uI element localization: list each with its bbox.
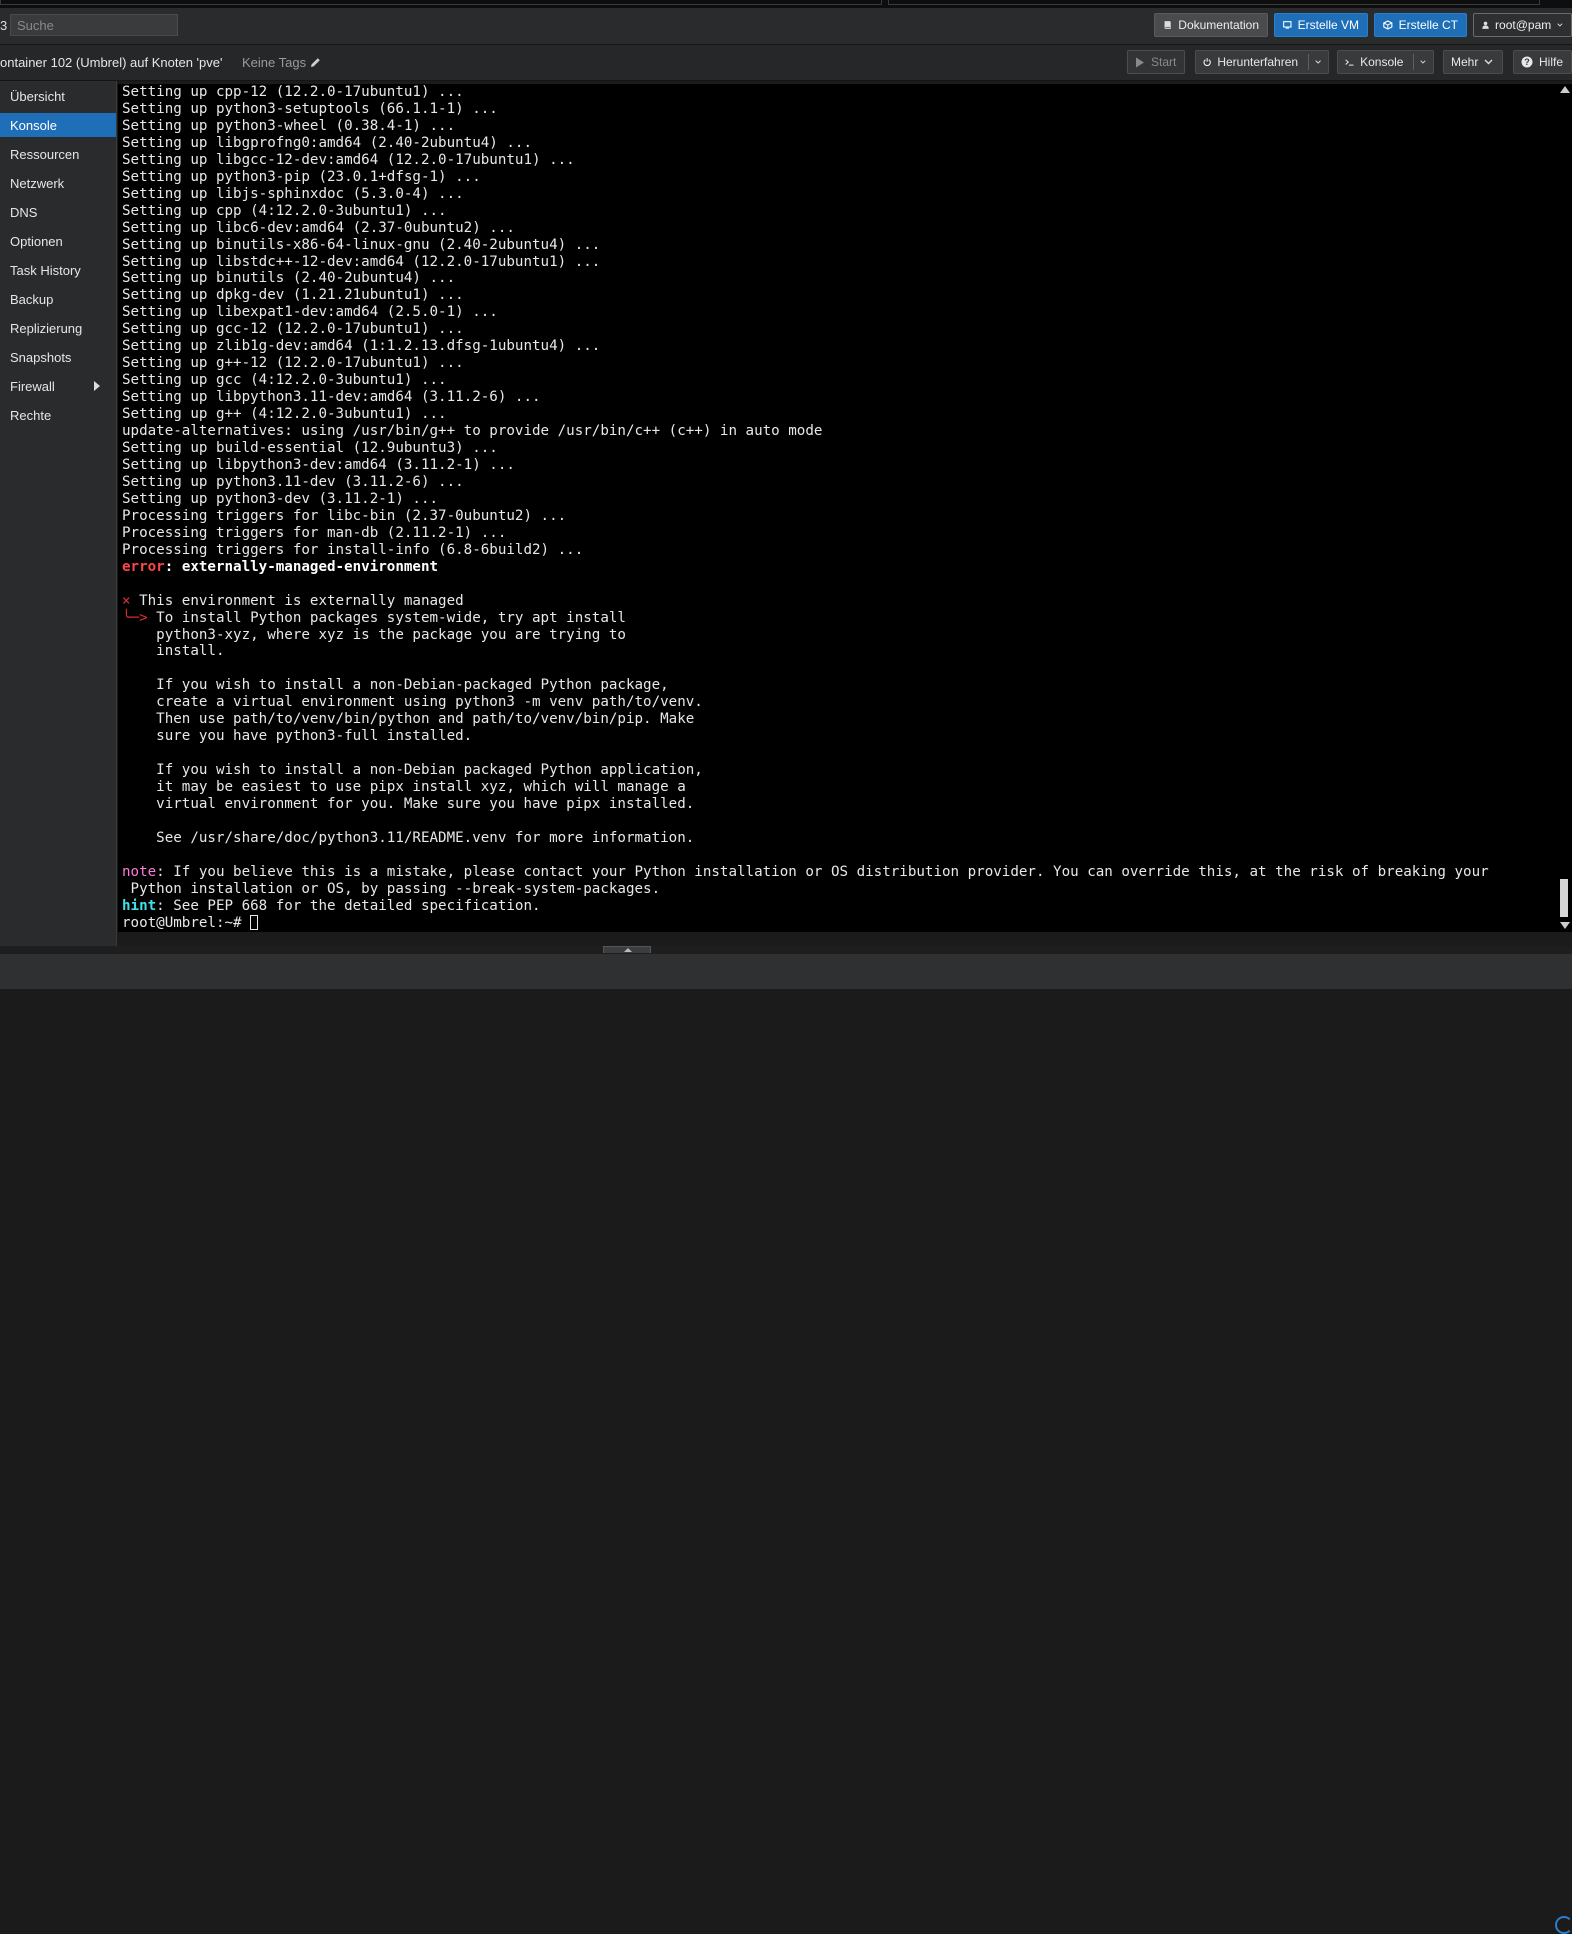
task-log-panel xyxy=(0,954,1572,1934)
console-label: Konsole xyxy=(1360,55,1404,69)
help-label: Hilfe xyxy=(1539,55,1564,69)
browser-top-strip xyxy=(0,0,1572,8)
svg-text:?: ? xyxy=(1524,57,1530,67)
loading-spinner-icon xyxy=(1555,1916,1572,1934)
pencil-icon[interactable] xyxy=(310,57,321,68)
sidebar-item-label: Rechte xyxy=(10,407,52,423)
tags-editor[interactable]: Keine Tags xyxy=(242,55,321,70)
logo-fragment: 3 xyxy=(0,18,8,33)
main-header: 3 Dokumentation Erstelle VM Erstelle CT … xyxy=(0,8,1572,45)
sidebar-item-label: Replizierung xyxy=(10,320,83,336)
chevron-down-icon xyxy=(1557,23,1563,27)
scroll-up-arrow-icon[interactable] xyxy=(1560,86,1570,93)
sidebar-item-replication[interactable]: Replizierung xyxy=(0,316,116,340)
shutdown-button[interactable]: Herunterfahren xyxy=(1195,50,1329,74)
sidebar-item-label: Firewall xyxy=(10,378,55,394)
create-vm-label: Erstelle VM xyxy=(1297,18,1359,32)
terminal-console[interactable]: Setting up cpp-12 (12.2.0-17ubuntu1) ...… xyxy=(118,84,1558,932)
documentation-label: Dokumentation xyxy=(1178,18,1259,32)
start-button[interactable]: Start xyxy=(1127,50,1185,74)
monitor-icon xyxy=(1283,21,1292,29)
sidebar-item-label: Konsole xyxy=(10,117,57,133)
sidebar-item-label: Netzwerk xyxy=(10,175,65,191)
shutdown-label: Herunterfahren xyxy=(1217,55,1299,69)
sidebar-item-dns[interactable]: DNS xyxy=(0,200,116,224)
sidebar-item-label: Optionen xyxy=(10,233,63,249)
user-menu-button[interactable]: root@pam xyxy=(1473,13,1572,37)
sidebar-item-console[interactable]: Konsole xyxy=(0,113,116,137)
book-icon xyxy=(1164,21,1171,29)
sidebar-item-network[interactable]: Netzwerk xyxy=(0,171,116,195)
error-colon: : xyxy=(164,558,182,575)
sidebar-nav: Übersicht Konsole Ressourcen Netzwerk DN… xyxy=(0,81,117,946)
terminal-icon xyxy=(1345,59,1354,66)
chevron-down-icon xyxy=(1484,59,1493,65)
sidebar-item-resources[interactable]: Ressourcen xyxy=(0,142,116,166)
terminal-cursor xyxy=(250,914,259,930)
hint-text: : See PEP 668 for the detailed specifica… xyxy=(156,897,541,914)
power-icon xyxy=(1203,58,1211,67)
documentation-button[interactable]: Dokumentation xyxy=(1154,13,1268,37)
page-title: ontainer 102 (Umbrel) auf Knoten 'pve' xyxy=(0,55,223,70)
install-log: Setting up cpp-12 (12.2.0-17ubuntu1) ...… xyxy=(122,84,823,558)
sidebar-item-label: Ressourcen xyxy=(10,146,80,162)
tab-edge xyxy=(888,0,1540,5)
cube-icon xyxy=(1383,20,1393,30)
sidebar-item-options[interactable]: Optionen xyxy=(0,229,116,253)
help-button[interactable]: ? Hilfe xyxy=(1513,50,1572,74)
content-toolbar: ontainer 102 (Umbrel) auf Knoten 'pve' K… xyxy=(0,45,1572,81)
error-name: externally-managed-environment xyxy=(181,558,439,575)
tab-edge xyxy=(0,0,882,5)
sidebar-item-label: Backup xyxy=(10,291,54,307)
error-x-mark: × xyxy=(122,592,131,609)
terminal-scrollbar[interactable] xyxy=(1558,84,1572,932)
console-button[interactable]: Konsole xyxy=(1337,50,1434,74)
collapse-handle[interactable] xyxy=(603,946,651,953)
expand-arrow-icon[interactable] xyxy=(94,381,100,391)
tags-label: Keine Tags xyxy=(242,55,307,70)
panel-splitter[interactable] xyxy=(0,946,1572,954)
chevron-up-icon xyxy=(624,948,632,952)
more-button[interactable]: Mehr xyxy=(1443,50,1503,74)
note-label: note xyxy=(122,863,157,880)
note-text: : If you believe this is a mistake, plea… xyxy=(130,863,1489,897)
split-divider xyxy=(1308,54,1309,70)
sidebar-item-task-history[interactable]: Task History xyxy=(0,258,116,282)
search-input[interactable] xyxy=(10,14,178,36)
create-ct-button[interactable]: Erstelle CT xyxy=(1374,13,1467,37)
sidebar-item-firewall[interactable]: Firewall xyxy=(0,374,116,398)
hint-label: hint xyxy=(122,897,157,914)
scroll-down-arrow-icon[interactable] xyxy=(1560,922,1570,929)
terminal-output: Setting up cpp-12 (12.2.0-17ubuntu1) ...… xyxy=(122,84,1489,932)
create-ct-label: Erstelle CT xyxy=(1398,18,1458,32)
error-label: error xyxy=(122,558,165,575)
sidebar-item-label: Snapshots xyxy=(10,349,72,365)
create-vm-button[interactable]: Erstelle VM xyxy=(1274,13,1368,37)
user-icon xyxy=(1482,21,1489,29)
sidebar-item-label: Übersicht xyxy=(10,88,65,104)
managed-message: This environment is externally managed xyxy=(130,592,464,609)
chevron-down-icon[interactable] xyxy=(1420,59,1426,65)
split-divider xyxy=(1413,54,1415,70)
sidebar-item-label: DNS xyxy=(10,204,38,220)
user-label: root@pam xyxy=(1495,18,1552,32)
explain-first-line: To install Python packages system-wide, … xyxy=(147,609,626,626)
sidebar-item-snapshots[interactable]: Snapshots xyxy=(0,345,116,369)
sidebar-item-backup[interactable]: Backup xyxy=(0,287,116,311)
scroll-thumb[interactable] xyxy=(1560,879,1568,917)
explain-body: python3-xyz, where xyz is the package yo… xyxy=(156,626,703,846)
shell-prompt: root@Umbrel:~# xyxy=(122,914,251,931)
help-icon: ? xyxy=(1521,56,1533,68)
more-label: Mehr xyxy=(1451,55,1479,69)
error-arrow-mark: ╰─> xyxy=(122,609,148,626)
play-icon xyxy=(1136,57,1144,67)
chevron-down-icon[interactable] xyxy=(1315,59,1321,65)
sidebar-item-label: Task History xyxy=(10,262,81,278)
start-label: Start xyxy=(1151,55,1177,69)
sidebar-item-permissions[interactable]: Rechte xyxy=(0,403,116,427)
sidebar-item-overview[interactable]: Übersicht xyxy=(0,84,116,108)
